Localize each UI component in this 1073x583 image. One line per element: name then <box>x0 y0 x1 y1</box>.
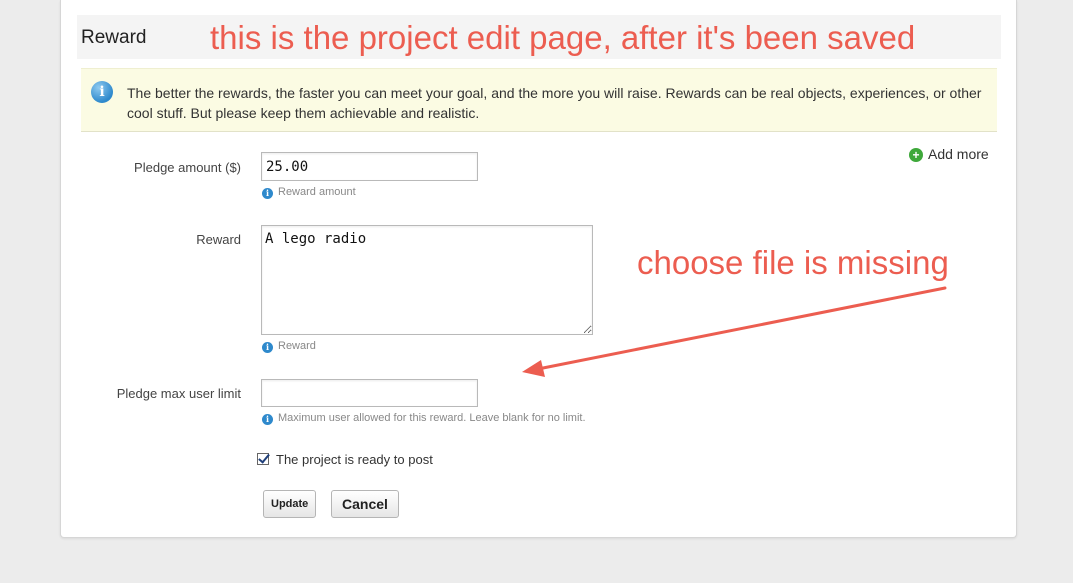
annotation-arrow <box>522 286 947 377</box>
